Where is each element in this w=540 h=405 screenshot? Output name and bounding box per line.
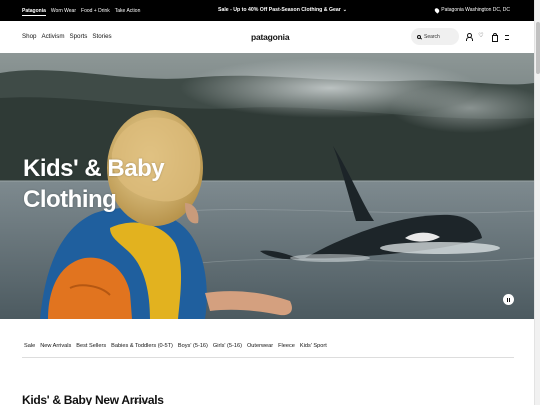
brand-link-worn-wear[interactable]: Worn Wear bbox=[51, 8, 76, 16]
category-fleece[interactable]: Fleece bbox=[278, 343, 295, 349]
menu-icon[interactable] bbox=[504, 33, 510, 40]
page-scrollbar[interactable] bbox=[534, 0, 540, 405]
category-kids-sport[interactable]: Kids' Sport bbox=[300, 343, 327, 349]
hero-headline-line1: Kids' & Baby bbox=[23, 155, 165, 182]
hero-banner: Kids' & Baby Clothing bbox=[0, 53, 534, 319]
location-pin-icon bbox=[434, 6, 441, 14]
brand-link-food-drink[interactable]: Food + Drink bbox=[81, 8, 110, 16]
header-actions: ♡ bbox=[465, 33, 510, 42]
category-best-sellers[interactable]: Best Sellers bbox=[76, 343, 106, 349]
promo-banner[interactable]: Sale - Up to 40% Off Past-Season Clothin… bbox=[218, 7, 347, 13]
pause-video-button[interactable] bbox=[503, 294, 514, 305]
category-outerwear[interactable]: Outerwear bbox=[247, 343, 273, 349]
nav-stories[interactable]: Stories bbox=[92, 33, 111, 40]
promo-text: Sale - Up to 40% Off Past-Season Clothin… bbox=[218, 7, 341, 13]
patagonia-logo[interactable]: patagonia bbox=[251, 32, 290, 42]
hero-headline: Kids' & Baby Clothing bbox=[23, 153, 165, 215]
category-filter-bar: Sale New Arrivals Best Sellers Babies & … bbox=[24, 343, 327, 349]
account-icon[interactable] bbox=[465, 33, 473, 41]
brand-link-patagonia[interactable]: Patagonia bbox=[22, 8, 46, 16]
category-babies-toddlers[interactable]: Babies & Toddlers (0-5T) bbox=[111, 343, 173, 349]
category-new-arrivals[interactable]: New Arrivals bbox=[40, 343, 71, 349]
scrollbar-thumb[interactable] bbox=[536, 22, 540, 74]
search-input[interactable]: Search bbox=[411, 28, 459, 45]
product-count: 6 Products bbox=[131, 400, 148, 404]
shopping-bag-icon[interactable] bbox=[491, 33, 498, 42]
main-nav: Shop Activism Sports Stories patagonia S… bbox=[0, 21, 534, 53]
brand-link-take-action[interactable]: Take Action bbox=[115, 8, 141, 16]
primary-nav-links: Shop Activism Sports Stories bbox=[22, 33, 112, 40]
brand-switcher: Patagonia Worn Wear Food + Drink Take Ac… bbox=[22, 8, 140, 16]
category-sale[interactable]: Sale bbox=[24, 343, 35, 349]
store-name: Patagonia Washington DC, DC bbox=[441, 7, 510, 13]
store-selector[interactable]: Patagonia Washington DC, DC bbox=[434, 6, 510, 14]
chevron-down-icon: ⌄ bbox=[342, 7, 347, 13]
search-icon bbox=[417, 34, 421, 39]
search-placeholder: Search bbox=[424, 33, 440, 40]
divider bbox=[22, 357, 514, 358]
nav-activism[interactable]: Activism bbox=[41, 33, 64, 40]
nav-shop[interactable]: Shop bbox=[22, 33, 36, 40]
nav-sports[interactable]: Sports bbox=[69, 33, 87, 40]
category-boys[interactable]: Boys' (5-16) bbox=[178, 343, 208, 349]
hero-headline-line2: Clothing bbox=[23, 186, 117, 213]
utility-bar: Patagonia Worn Wear Food + Drink Take Ac… bbox=[0, 0, 540, 21]
category-girls[interactable]: Girls' (5-16) bbox=[213, 343, 242, 349]
wishlist-heart-icon[interactable]: ♡ bbox=[478, 33, 484, 40]
